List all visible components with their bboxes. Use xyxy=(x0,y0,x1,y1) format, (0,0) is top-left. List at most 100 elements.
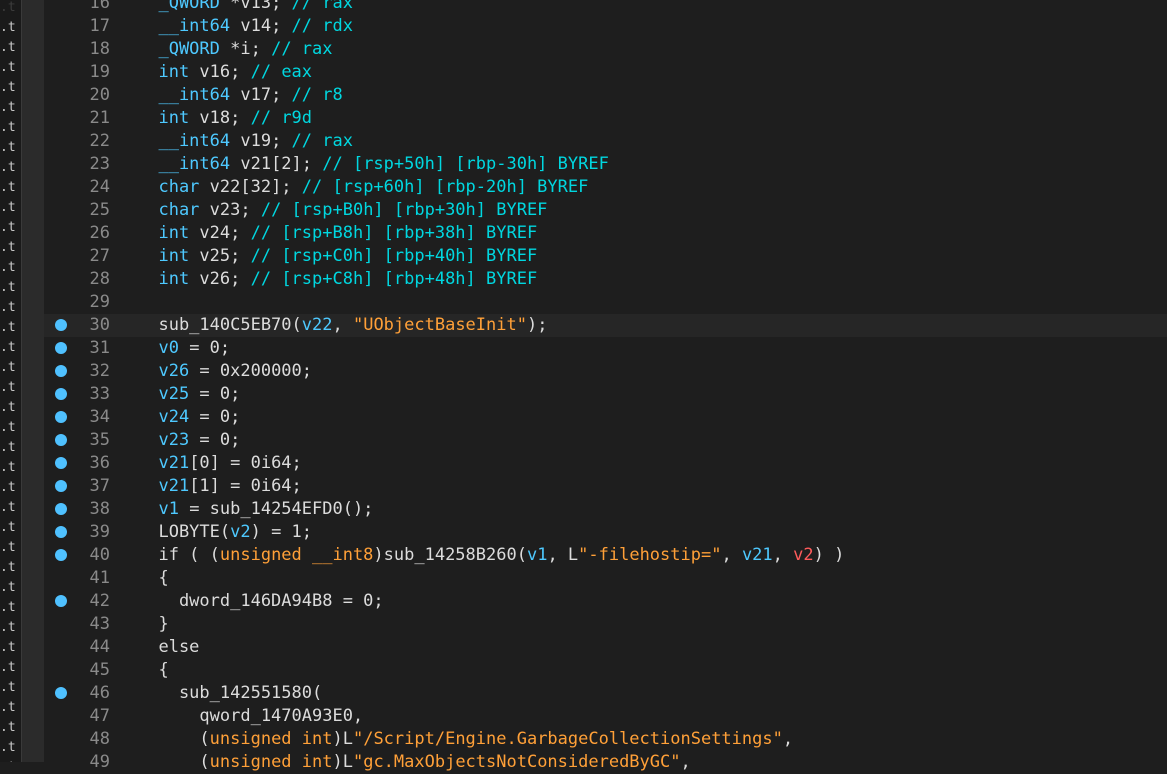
breakpoint-icon[interactable] xyxy=(55,480,67,492)
code-line[interactable]: 38 v1 = sub_14254EFD0(); xyxy=(44,498,1167,521)
function-list-fragment[interactable]: .t xyxy=(0,718,21,738)
function-list-fragment[interactable]: .t xyxy=(0,418,21,438)
code-line[interactable]: 16 _QWORD *v13; // rax xyxy=(44,0,1167,15)
function-list-fragment[interactable]: .t xyxy=(0,298,21,318)
function-list-fragment[interactable]: .t xyxy=(0,138,21,158)
breakpoint-icon[interactable] xyxy=(55,388,67,400)
breakpoint-icon[interactable] xyxy=(55,365,67,377)
function-list-fragment[interactable]: .t xyxy=(0,0,21,18)
code-line[interactable]: 27 int v25; // [rsp+C0h] [rbp+40h] BYREF xyxy=(44,245,1167,268)
code-line[interactable]: 32 v26 = 0x200000; xyxy=(44,360,1167,383)
code-line[interactable]: 45 { xyxy=(44,659,1167,682)
code-line[interactable]: 36 v21[0] = 0i64; xyxy=(44,452,1167,475)
breakpoint-icon[interactable] xyxy=(55,549,67,561)
code-line[interactable]: 20 __int64 v17; // r8 xyxy=(44,84,1167,107)
function-list-fragment[interactable]: .t xyxy=(0,338,21,358)
code-line[interactable]: 37 v21[1] = 0i64; xyxy=(44,475,1167,498)
function-list-fragment[interactable]: .t xyxy=(0,658,21,678)
function-list-fragment[interactable]: .t xyxy=(0,638,21,658)
function-list-fragment[interactable]: .t xyxy=(0,478,21,498)
code-line[interactable]: 28 int v26; // [rsp+C8h] [rbp+48h] BYREF xyxy=(44,268,1167,291)
code-line[interactable]: 35 v23 = 0; xyxy=(44,429,1167,452)
line-number: 29 xyxy=(89,292,110,312)
function-list-fragment[interactable]: .t xyxy=(0,618,21,638)
function-list-fragment[interactable]: .t xyxy=(0,58,21,78)
code-line[interactable]: 29 xyxy=(44,291,1167,314)
function-list-fragment[interactable]: .t xyxy=(0,278,21,298)
function-list-fragment[interactable]: .t xyxy=(0,458,21,478)
function-list-fragment[interactable]: .t xyxy=(0,578,21,598)
code-line[interactable]: 43 } xyxy=(44,613,1167,636)
breakpoint-icon[interactable] xyxy=(55,319,67,331)
code-token: // [rsp+B0h] [rbp+30h] BYREF xyxy=(260,200,548,220)
code-line[interactable]: 44 else xyxy=(44,636,1167,659)
function-list-fragment[interactable]: .t xyxy=(0,378,21,398)
function-list-fragment[interactable]: .t xyxy=(0,398,21,418)
code-line[interactable]: 19 int v16; // eax xyxy=(44,61,1167,84)
function-list-fragment[interactable]: .t xyxy=(0,98,21,118)
code-line[interactable]: 18 _QWORD *i; // rax xyxy=(44,38,1167,61)
code-line[interactable]: 21 int v18; // r9d xyxy=(44,107,1167,130)
code-line[interactable]: 22 __int64 v19; // rax xyxy=(44,130,1167,153)
function-list-fragment[interactable]: .t xyxy=(0,558,21,578)
function-list-fragment[interactable]: .t xyxy=(0,518,21,538)
function-list-fragment[interactable]: .t xyxy=(0,238,21,258)
breakpoint-icon[interactable] xyxy=(55,411,67,423)
code-line[interactable]: 17 __int64 v14; // rdx xyxy=(44,15,1167,38)
function-list-fragment[interactable]: .t xyxy=(0,158,21,178)
function-list-fragment[interactable]: .t xyxy=(0,758,21,762)
breakpoint-icon[interactable] xyxy=(55,457,67,469)
function-list-fragment[interactable]: .t xyxy=(0,178,21,198)
code-text: { xyxy=(138,659,168,682)
function-list-fragment[interactable]: .t xyxy=(0,358,21,378)
code-line[interactable]: 47 qword_1470A93E0, xyxy=(44,705,1167,728)
function-list-fragment[interactable]: .t xyxy=(0,318,21,338)
function-list-fragment[interactable]: .t xyxy=(0,538,21,558)
breakpoint-icon[interactable] xyxy=(55,595,67,607)
function-list-fragment[interactable]: .t xyxy=(0,118,21,138)
code-line[interactable]: 42 dword_146DA94B8 = 0; xyxy=(44,590,1167,613)
code-line[interactable]: 26 int v24; // [rsp+B8h] [rbp+38h] BYREF xyxy=(44,222,1167,245)
function-list-fragment[interactable]: .t xyxy=(0,678,21,698)
code-line[interactable]: 46 sub_142551580( xyxy=(44,682,1167,705)
code-line[interactable]: 48 (unsigned int)L"/Script/Engine.Garbag… xyxy=(44,728,1167,751)
line-number: 21 xyxy=(89,108,110,128)
breakpoint-icon[interactable] xyxy=(55,342,67,354)
function-list-fragment[interactable]: .t xyxy=(0,198,21,218)
code-token: // [rsp+50h] [rbp-30h] BYREF xyxy=(322,154,609,174)
left-pane[interactable]: .t .t .t .t .t .t .t .t .t .t .t .t .t .t .t .t .t .t .t .t… xyxy=(0,0,21,762)
code-line[interactable]: 49 (unsigned int)L"gc.MaxObjectsNotConsi… xyxy=(44,751,1167,774)
function-list-fragment[interactable]: .t xyxy=(0,78,21,98)
code-line[interactable]: 30 sub_140C5EB70(v22, "UObjectBaseInit")… xyxy=(44,314,1167,337)
code-line[interactable]: 33 v25 = 0; xyxy=(44,383,1167,406)
function-list-fragment[interactable]: .t xyxy=(0,698,21,718)
pane-splitter[interactable] xyxy=(21,0,44,762)
function-list-fragment[interactable]: .t xyxy=(0,598,21,618)
function-list-fragment[interactable]: .t xyxy=(0,498,21,518)
breakpoint-icon[interactable] xyxy=(55,687,67,699)
function-list-fragment[interactable]: .t xyxy=(0,738,21,758)
breakpoint-icon[interactable] xyxy=(55,503,67,515)
function-list-fragment[interactable]: .t xyxy=(0,218,21,238)
code-line[interactable]: 25 char v23; // [rsp+B0h] [rbp+30h] BYRE… xyxy=(44,199,1167,222)
code-token: , xyxy=(680,752,691,772)
breakpoint-icon[interactable] xyxy=(55,526,67,538)
function-list-fragment[interactable]: .t xyxy=(0,18,21,38)
function-list-fragment[interactable]: .t xyxy=(0,438,21,458)
code-line[interactable]: 41 { xyxy=(44,567,1167,590)
code-text: v24 = 0; xyxy=(138,406,240,429)
code-line[interactable]: 39 LOBYTE(v2) = 1; xyxy=(44,521,1167,544)
code-line[interactable]: 40 if ( (unsigned __int8)sub_14258B260(v… xyxy=(44,544,1167,567)
code-text: (unsigned int)L"/Script/Engine.GarbageCo… xyxy=(138,728,793,751)
code-token: v16; xyxy=(189,62,251,82)
line-number: 27 xyxy=(89,246,110,266)
function-list-fragment[interactable]: .t xyxy=(0,258,21,278)
breakpoint-icon[interactable] xyxy=(55,434,67,446)
code-line[interactable]: 31 v0 = 0; xyxy=(44,337,1167,360)
code-line[interactable]: 34 v24 = 0; xyxy=(44,406,1167,429)
code-token: ( xyxy=(138,752,210,772)
code-line[interactable]: 24 char v22[32]; // [rsp+60h] [rbp-20h] … xyxy=(44,176,1167,199)
function-list-fragment[interactable]: .t xyxy=(0,38,21,58)
code-line[interactable]: 23 __int64 v21[2]; // [rsp+50h] [rbp-30h… xyxy=(44,153,1167,176)
code-text: { xyxy=(138,567,168,590)
